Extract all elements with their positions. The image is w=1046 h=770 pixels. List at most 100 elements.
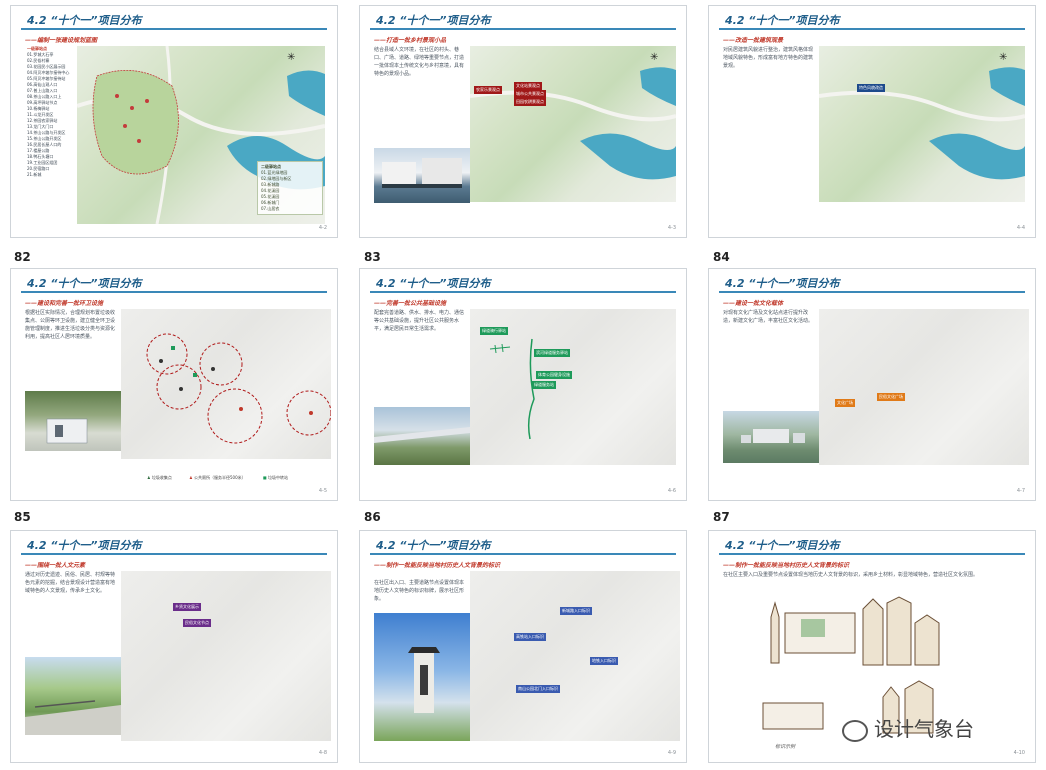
slide-subtitle: ——建设和完善一批环卫设施 (25, 300, 104, 307)
map-tag: 高铁站入口标识 (514, 633, 546, 641)
watermark-text: 设计气象台 (874, 717, 974, 741)
page-number: 4-6 (667, 488, 676, 494)
slide-body-text: 对民居建筑风貌进行整治，建筑风格体现地域风貌特色，形成富有地方特色的建筑景观。 (723, 47, 814, 69)
humanities-map: 乡贤文化展示 民俗文化节点 (121, 571, 331, 741)
legend-item: 07.山居农 (261, 206, 280, 211)
map-tag: 民俗文化广场 (877, 393, 905, 401)
slide-title: 4.2 “十个一”项目分布 (27, 277, 142, 290)
infrastructure-photo (374, 407, 470, 465)
slide-thumbnail-84[interactable]: 4.2 “十个一”项目分布 ——建设一批文化载体 对现有文化广场及文化站点进行提… (708, 268, 1036, 501)
map-tag: 农家乐景观点 (474, 86, 502, 94)
map-tag: 田园农耕景观点 (514, 98, 546, 106)
slide-number-label: 87 (713, 510, 730, 524)
caption: 标识示例 (775, 744, 796, 750)
map-tag: 文化广场 (835, 399, 855, 407)
map-tag: 绿道骑行驿站 (480, 327, 508, 335)
planning-map: ✳ 二级驿站点 01.蓝光绿地园 02.绿地园与新区 03.新城路 04.花溪园… (77, 46, 325, 224)
slide-title: 4.2 “十个一”项目分布 (376, 539, 491, 552)
slide-body-text: 结合县域人文环境，在社区的村头、巷口、广场、道路、绿地等重要节点，打造一批体现本… (374, 47, 465, 77)
slide-thumbnail-82[interactable]: 4.2 “十个一”项目分布 ——建设和完善一批环卫设施 根据社区实际情况，合理规… (10, 268, 338, 501)
page-number: 4-5 (318, 488, 327, 494)
slide-thumbnail-3[interactable]: 4.2 “十个一”项目分布 ——改造一批建筑观景 对民居建筑风貌进行整治，建筑风… (708, 5, 1036, 238)
slide-number-label: 83 (364, 250, 381, 264)
slide-number-label: 82 (14, 250, 31, 264)
slide-title: 4.2 “十个一”项目分布 (27, 14, 142, 27)
page-number: 4-10 (1013, 750, 1025, 756)
building-map: ✳ 特色风貌改造 (819, 46, 1025, 202)
slide-title: 4.2 “十个一”项目分布 (376, 277, 491, 290)
slide-body-text: 在社区出入口、主要道路节点设置体现本地历史人文特色的标识标牌，展示社区形象。 (374, 580, 465, 602)
page-number: 4-4 (1016, 225, 1025, 231)
slide-subtitle: ——打造一批乡村景观小品 (374, 37, 447, 44)
north-arrow-icon: ✳ (650, 52, 659, 63)
signage-map: 新城路入口标识 高铁站入口标识 地铁入口标识 南山公园北门入口标识 (470, 571, 680, 741)
page-number: 4-2 (318, 225, 327, 231)
north-arrow-icon: ✳ (287, 52, 296, 63)
title-rule (370, 28, 676, 30)
slide-subtitle: ——改造一批建筑观景 (723, 37, 784, 44)
slide-number-label: 86 (364, 510, 381, 524)
infrastructure-map: 绿道骑行驿站 滨河绿道服务驿站 体育公园健身设施 绿道服务站 (470, 309, 676, 465)
slide-subtitle: ——完善一批公共基础设施 (374, 300, 447, 307)
map-tag: 城市公共景观点 (514, 90, 546, 98)
watermark: 设计气象台 (842, 713, 974, 742)
slide-subtitle: ——建设一批文化载体 (723, 300, 784, 307)
title-rule (370, 291, 676, 293)
slide-thumbnail-83[interactable]: 4.2 “十个一”项目分布 ——完善一批公共基础设施 配套完善道路、供水、排水、… (359, 268, 687, 501)
map-tag: 民俗文化节点 (183, 619, 211, 627)
slide-body-text: 通过对历史遗迹、民俗、民居、村规等特色元素的挖掘，结合景观设计营造富有地域特色的… (25, 572, 116, 594)
legend-item: 公共厕所（服务半径500米） (194, 475, 246, 480)
sanitation-map (121, 309, 331, 459)
slide-thumbnail-1[interactable]: 4.2 “十个一”项目分布 ——编制一张建设规划蓝图 一级驿站点 01.罗城大石… (10, 5, 338, 238)
page-number: 4-8 (318, 750, 327, 756)
slide-body-text: 在社区主要入口及重要节点设置体现当地历史人文背景的标识，采用乡土材料，彰显地域特… (723, 572, 979, 578)
page-number: 4-7 (1016, 488, 1025, 494)
page-number: 4-9 (667, 750, 676, 756)
slide-title: 4.2 “十个一”项目分布 (376, 14, 491, 27)
slide-thumbnail-85[interactable]: 4.2 “十个一”项目分布 ——围绕一批人文元素 通过对历史遗迹、民俗、民居、村… (10, 530, 338, 763)
slide-subtitle: ——编制一张建设规划蓝图 (25, 37, 98, 44)
slide-title: 4.2 “十个一”项目分布 (725, 539, 840, 552)
slide-title: 4.2 “十个一”项目分布 (27, 539, 142, 552)
map-tag: 绿道服务站 (532, 381, 556, 389)
title-rule (21, 28, 327, 30)
legend-item: 垃圾中转站 (267, 475, 288, 480)
slide-thumbnail-2[interactable]: 4.2 “十个一”项目分布 ——打造一批乡村景观小品 结合县域人文环境，在社区的… (359, 5, 687, 238)
facility-photo (25, 391, 121, 451)
title-rule (370, 553, 676, 555)
map-tag: 新城路入口标识 (560, 607, 592, 615)
map-tag: 乡贤文化展示 (173, 603, 201, 611)
slide-number-label: 84 (713, 250, 730, 264)
slide-subtitle: ——制作一批能反映当地村历史人文背景的标识 (374, 562, 501, 569)
slide-body-text: 对现有文化广场及文化站点进行提升改造，新建文化广场，丰富社区文化活动。 (723, 310, 814, 324)
slide-subtitle: ——围绕一批人文元素 (25, 562, 86, 569)
slide-thumbnail-86[interactable]: 4.2 “十个一”项目分布 ——制作一批能反映当地村历史人文背景的标识 在社区出… (359, 530, 687, 763)
map-tag: 文化站景观点 (514, 82, 542, 90)
slide-body-text: 根据社区实际情况，合理规划布置垃圾收集点、公厕等环卫设施，建立健全环卫设施管理制… (25, 310, 116, 340)
page-number: 4-3 (667, 225, 676, 231)
slide-title: 4.2 “十个一”项目分布 (725, 14, 840, 27)
title-rule (719, 553, 1025, 555)
legend-item: 垃圾收集点 (151, 475, 172, 480)
landscape-photo (374, 148, 470, 203)
signage-photo (374, 613, 470, 741)
landscape-map: ✳ 农家乐景观点 文化站景观点 城市公共景观点 田园农耕景观点 (470, 46, 676, 202)
slide-title: 4.2 “十个一”项目分布 (725, 277, 840, 290)
title-rule (21, 553, 327, 555)
north-arrow-icon: ✳ (999, 52, 1008, 63)
map-tag: 南山公园北门入口标识 (516, 685, 560, 693)
map-tag: 滨河绿道服务驿站 (534, 349, 570, 357)
cultural-photo (723, 411, 819, 463)
title-rule (719, 291, 1025, 293)
map-tag: 地铁入口标识 (590, 657, 618, 665)
title-rule (719, 28, 1025, 30)
map-legend: ♟ 垃圾收集点 ♟ 公共厕所（服务半径500米） ■ 垃圾中转站 (147, 475, 288, 481)
title-rule (21, 291, 327, 293)
slide-subtitle: ——制作一批能反映当地村历史人文背景的标识 (723, 562, 850, 569)
slide-number-label: 85 (14, 510, 31, 524)
map-tag: 体育公园健身设施 (536, 371, 572, 379)
street-photo (25, 657, 121, 735)
slide-body-text: 配套完善道路、供水、排水、电力、通信等公共基础设施，提升社区公共服务水平，满足居… (374, 310, 465, 332)
map-legend: 二级驿站点 01.蓝光绿地园 02.绿地园与新区 03.新城路 04.花溪园 0… (257, 161, 323, 215)
cultural-map: 文化广场 民俗文化广场 (819, 309, 1029, 465)
